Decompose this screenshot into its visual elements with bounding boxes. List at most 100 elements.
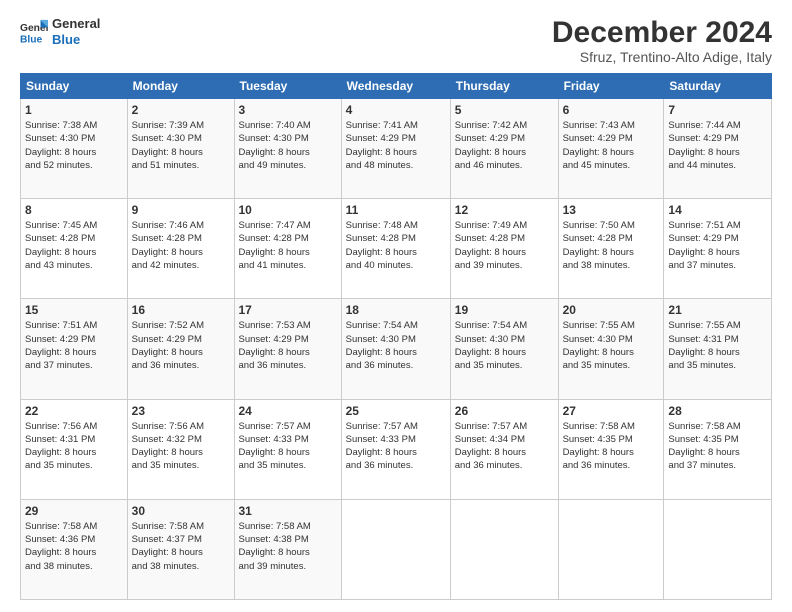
day-number: 11	[346, 203, 446, 217]
day-info: Sunrise: 7:44 AMSunset: 4:29 PMDaylight:…	[668, 119, 767, 172]
day-number: 15	[25, 303, 123, 317]
calendar-cell	[558, 499, 664, 599]
day-info: Sunrise: 7:58 AMSunset: 4:35 PMDaylight:…	[563, 420, 660, 473]
day-info: Sunrise: 7:58 AMSunset: 4:35 PMDaylight:…	[668, 420, 767, 473]
day-number: 2	[132, 103, 230, 117]
day-info: Sunrise: 7:38 AMSunset: 4:30 PMDaylight:…	[25, 119, 123, 172]
day-number: 18	[346, 303, 446, 317]
calendar-cell: 25 Sunrise: 7:57 AMSunset: 4:33 PMDayligh…	[341, 399, 450, 499]
calendar-cell: 7 Sunrise: 7:44 AMSunset: 4:29 PMDaylight…	[664, 99, 772, 199]
calendar-cell: 16Sunrise: 7:52 AMSunset: 4:29 PMDayligh…	[127, 299, 234, 399]
calendar-cell: 20Sunrise: 7:55 AMSunset: 4:30 PMDayligh…	[558, 299, 664, 399]
calendar-cell	[341, 499, 450, 599]
calendar-cell: 3 Sunrise: 7:40 AMSunset: 4:30 PMDaylight…	[234, 99, 341, 199]
day-number: 10	[239, 203, 337, 217]
day-info: Sunrise: 7:57 AMSunset: 4:33 PMDaylight:…	[239, 420, 337, 473]
day-info: Sunrise: 7:55 AMSunset: 4:31 PMDaylight:…	[668, 319, 767, 372]
day-number: 4	[346, 103, 446, 117]
day-number: 20	[563, 303, 660, 317]
col-header-sunday: Sunday	[21, 74, 128, 99]
col-header-monday: Monday	[127, 74, 234, 99]
calendar-cell: 23 Sunrise: 7:56 AMSunset: 4:32 PMDayligh…	[127, 399, 234, 499]
day-info: Sunrise: 7:58 AMSunset: 4:38 PMDaylight:…	[239, 520, 337, 573]
day-info: Sunrise: 7:51 AMSunset: 4:29 PMDaylight:…	[668, 219, 767, 272]
col-header-tuesday: Tuesday	[234, 74, 341, 99]
calendar-cell	[450, 499, 558, 599]
calendar-cell: 2 Sunrise: 7:39 AMSunset: 4:30 PMDaylight…	[127, 99, 234, 199]
subtitle: Sfruz, Trentino-Alto Adige, Italy	[552, 49, 772, 65]
day-info: Sunrise: 7:39 AMSunset: 4:30 PMDaylight:…	[132, 119, 230, 172]
day-number: 27	[563, 404, 660, 418]
calendar-cell: 8 Sunrise: 7:45 AMSunset: 4:28 PMDaylight…	[21, 199, 128, 299]
day-number: 12	[455, 203, 554, 217]
day-number: 25	[346, 404, 446, 418]
day-info: Sunrise: 7:56 AMSunset: 4:31 PMDaylight:…	[25, 420, 123, 473]
svg-text:Blue: Blue	[20, 34, 43, 45]
calendar-cell: 11 Sunrise: 7:48 AMSunset: 4:28 PMDayligh…	[341, 199, 450, 299]
day-number: 26	[455, 404, 554, 418]
day-info: Sunrise: 7:54 AMSunset: 4:30 PMDaylight:…	[346, 319, 446, 372]
calendar-table: SundayMondayTuesdayWednesdayThursdayFrid…	[20, 73, 772, 600]
col-header-saturday: Saturday	[664, 74, 772, 99]
calendar-cell: 12Sunrise: 7:49 AMSunset: 4:28 PMDayligh…	[450, 199, 558, 299]
day-info: Sunrise: 7:45 AMSunset: 4:28 PMDaylight:…	[25, 219, 123, 272]
calendar-cell	[664, 499, 772, 599]
day-number: 30	[132, 504, 230, 518]
day-info: Sunrise: 7:57 AMSunset: 4:33 PMDaylight:…	[346, 420, 446, 473]
day-number: 16	[132, 303, 230, 317]
day-number: 7	[668, 103, 767, 117]
col-header-thursday: Thursday	[450, 74, 558, 99]
calendar-cell: 10 Sunrise: 7:47 AMSunset: 4:28 PMDayligh…	[234, 199, 341, 299]
day-number: 5	[455, 103, 554, 117]
day-info: Sunrise: 7:51 AMSunset: 4:29 PMDaylight:…	[25, 319, 123, 372]
calendar-cell: 29Sunrise: 7:58 AMSunset: 4:36 PMDayligh…	[21, 499, 128, 599]
day-number: 8	[25, 203, 123, 217]
calendar-week-3: 15 Sunrise: 7:51 AMSunset: 4:29 PMDayligh…	[21, 299, 772, 399]
calendar-cell: 30 Sunrise: 7:58 AMSunset: 4:37 PMDayligh…	[127, 499, 234, 599]
main-title: December 2024	[552, 16, 772, 49]
day-info: Sunrise: 7:41 AMSunset: 4:29 PMDaylight:…	[346, 119, 446, 172]
calendar-cell: 24Sunrise: 7:57 AMSunset: 4:33 PMDayligh…	[234, 399, 341, 499]
calendar-header-row: SundayMondayTuesdayWednesdayThursdayFrid…	[21, 74, 772, 99]
day-number: 22	[25, 404, 123, 418]
calendar-week-2: 8 Sunrise: 7:45 AMSunset: 4:28 PMDaylight…	[21, 199, 772, 299]
day-number: 19	[455, 303, 554, 317]
col-header-wednesday: Wednesday	[341, 74, 450, 99]
day-info: Sunrise: 7:48 AMSunset: 4:28 PMDaylight:…	[346, 219, 446, 272]
day-info: Sunrise: 7:54 AMSunset: 4:30 PMDaylight:…	[455, 319, 554, 372]
day-info: Sunrise: 7:42 AMSunset: 4:29 PMDaylight:…	[455, 119, 554, 172]
day-number: 21	[668, 303, 767, 317]
calendar-cell: 1 Sunrise: 7:38 AMSunset: 4:30 PMDaylight…	[21, 99, 128, 199]
day-info: Sunrise: 7:56 AMSunset: 4:32 PMDaylight:…	[132, 420, 230, 473]
day-info: Sunrise: 7:58 AMSunset: 4:37 PMDaylight:…	[132, 520, 230, 573]
calendar-cell: 31 Sunrise: 7:58 AMSunset: 4:38 PMDayligh…	[234, 499, 341, 599]
day-info: Sunrise: 7:40 AMSunset: 4:30 PMDaylight:…	[239, 119, 337, 172]
title-block: December 2024 Sfruz, Trentino-Alto Adige…	[552, 16, 772, 65]
day-info: Sunrise: 7:53 AMSunset: 4:29 PMDaylight:…	[239, 319, 337, 372]
day-info: Sunrise: 7:46 AMSunset: 4:28 PMDaylight:…	[132, 219, 230, 272]
day-number: 6	[563, 103, 660, 117]
day-number: 17	[239, 303, 337, 317]
day-info: Sunrise: 7:43 AMSunset: 4:29 PMDaylight:…	[563, 119, 660, 172]
day-number: 3	[239, 103, 337, 117]
day-number: 9	[132, 203, 230, 217]
calendar-cell: 15 Sunrise: 7:51 AMSunset: 4:29 PMDayligh…	[21, 299, 128, 399]
day-info: Sunrise: 7:57 AMSunset: 4:34 PMDaylight:…	[455, 420, 554, 473]
calendar-cell: 17 Sunrise: 7:53 AMSunset: 4:29 PMDayligh…	[234, 299, 341, 399]
day-number: 1	[25, 103, 123, 117]
day-info: Sunrise: 7:47 AMSunset: 4:28 PMDaylight:…	[239, 219, 337, 272]
calendar-cell: 28Sunrise: 7:58 AMSunset: 4:35 PMDayligh…	[664, 399, 772, 499]
calendar-cell: 14Sunrise: 7:51 AMSunset: 4:29 PMDayligh…	[664, 199, 772, 299]
calendar-cell: 9 Sunrise: 7:46 AMSunset: 4:28 PMDaylight…	[127, 199, 234, 299]
calendar-cell: 21 Sunrise: 7:55 AMSunset: 4:31 PMDayligh…	[664, 299, 772, 399]
calendar-cell: 19 Sunrise: 7:54 AMSunset: 4:30 PMDayligh…	[450, 299, 558, 399]
col-header-friday: Friday	[558, 74, 664, 99]
page: General Blue General Blue December 2024 …	[0, 0, 792, 612]
calendar-week-1: 1 Sunrise: 7:38 AMSunset: 4:30 PMDaylight…	[21, 99, 772, 199]
day-number: 31	[239, 504, 337, 518]
day-number: 29	[25, 504, 123, 518]
calendar-cell: 13Sunrise: 7:50 AMSunset: 4:28 PMDayligh…	[558, 199, 664, 299]
day-number: 23	[132, 404, 230, 418]
calendar-week-5: 29Sunrise: 7:58 AMSunset: 4:36 PMDayligh…	[21, 499, 772, 599]
logo-line2: Blue	[52, 32, 100, 48]
